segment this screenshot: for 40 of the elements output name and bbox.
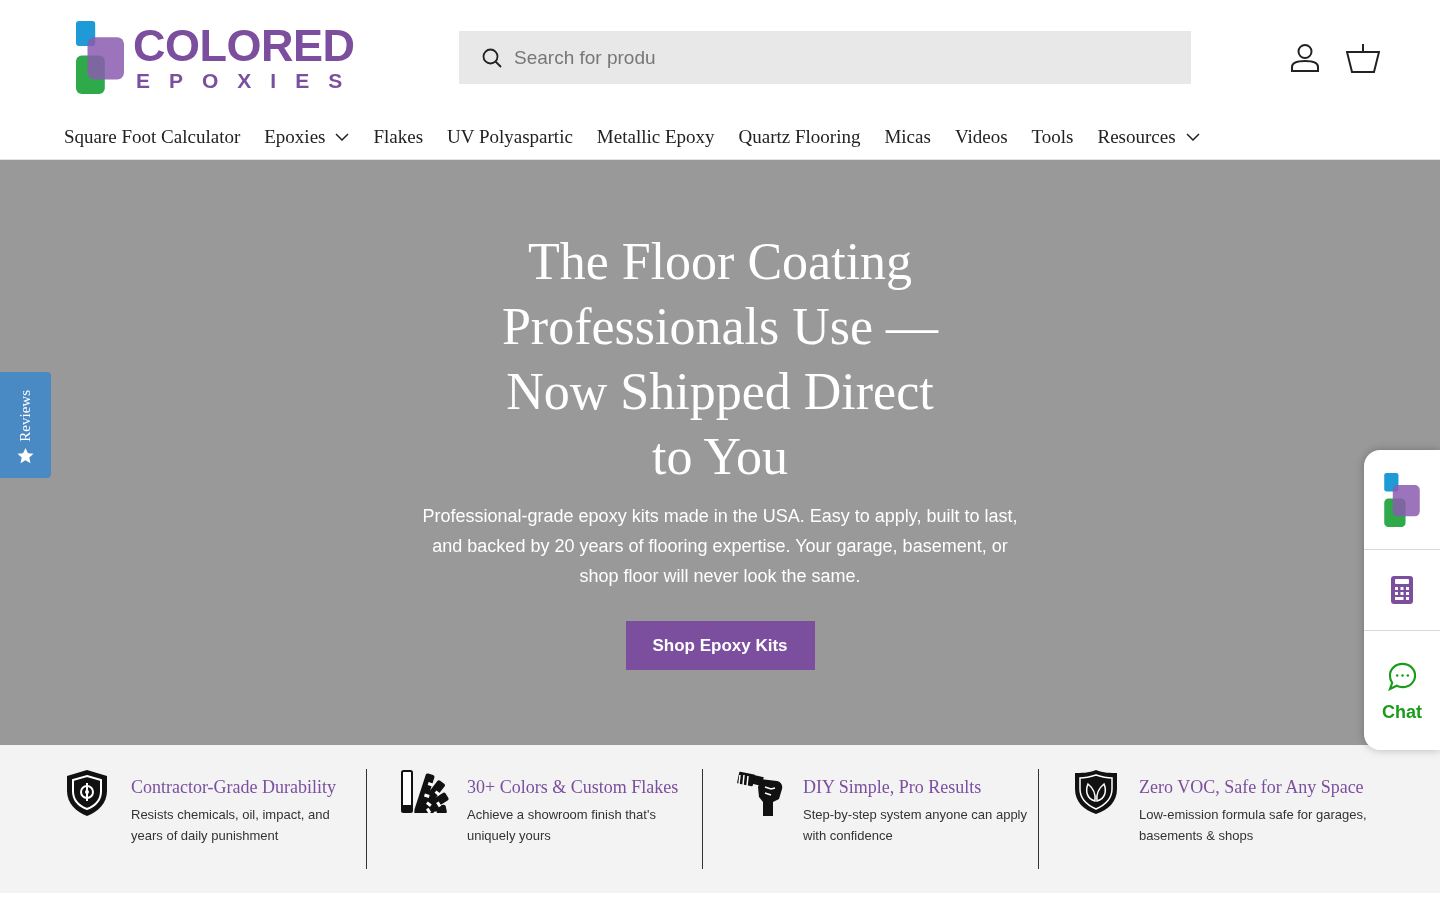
feature-title: Zero VOC, Safe for Any Space bbox=[1139, 776, 1365, 798]
nav-link[interactable]: Epoxies bbox=[264, 125, 350, 149]
search-icon bbox=[482, 48, 502, 68]
star-icon bbox=[17, 448, 34, 464]
feature-description: Step-by-step system anyone can apply with confidence bbox=[803, 806, 1028, 845]
logo-wordmark: COLORED bbox=[133, 22, 355, 69]
reviews-tab[interactable]: Reviews bbox=[0, 372, 51, 478]
feature-description: Low-emission formula safe for garages, basements & shops bbox=[1139, 806, 1368, 845]
feature-title: DIY Simple, Pro Results bbox=[803, 776, 983, 798]
feature-description: Achieve a showroom finish that's uniquely yours bbox=[467, 806, 657, 845]
nav-link[interactable]: Flakes bbox=[373, 125, 424, 149]
feature-title: Contractor-Grade Durability bbox=[131, 776, 338, 798]
fist-holding-brush-icon bbox=[737, 769, 785, 817]
logo-mark-icon[interactable] bbox=[1384, 472, 1420, 527]
feature-description: Resists chemicals, oil, impact, and years of daily punishment bbox=[131, 806, 331, 845]
shield-icon bbox=[65, 769, 109, 817]
feature-title: 30+ Colors & Custom Flakes bbox=[467, 776, 680, 798]
nav-link[interactable]: Videos bbox=[954, 125, 1008, 149]
logo-mark-icon bbox=[76, 20, 124, 95]
nav-link[interactable]: Quartz Flooring bbox=[738, 125, 861, 149]
color-swatches-icon bbox=[401, 769, 449, 813]
chevron-down-icon bbox=[1185, 133, 1200, 141]
leaf-shield-icon bbox=[1073, 769, 1119, 815]
account-icon[interactable] bbox=[1290, 43, 1320, 72]
calculator-icon[interactable] bbox=[1391, 576, 1413, 604]
shop-button[interactable]: Shop Epoxy Kits bbox=[625, 621, 815, 670]
nav-link[interactable]: Metallic Epoxy bbox=[596, 125, 715, 149]
hero-subtitle: Professional-grade epoxy kits made in the USA. Easy to apply, built to last, and backed by 20 years of flooring expertise. Your garage, basement, or shop floor will never look the same. bbox=[421, 505, 1019, 588]
logo-tagline: EPOXIES bbox=[136, 68, 362, 93]
chat-button[interactable]: Chat bbox=[1382, 631, 1422, 723]
chevron-down-icon bbox=[335, 133, 350, 141]
nav-link[interactable]: Resources bbox=[1097, 125, 1200, 149]
hero-title: The Floor Coating Professionals Use — Now Shipped Direct to You bbox=[500, 232, 940, 487]
search-field[interactable]: Search for produ bbox=[459, 31, 1191, 84]
nav-link[interactable]: Tools bbox=[1031, 125, 1074, 149]
nav-link[interactable]: Micas bbox=[884, 125, 931, 149]
basket-icon[interactable] bbox=[1346, 42, 1380, 73]
nav-link[interactable]: UV Polyaspartic bbox=[447, 125, 573, 149]
chat-bubble-icon bbox=[1387, 662, 1417, 691]
nav-link[interactable]: Square Foot Calculator bbox=[64, 125, 241, 149]
